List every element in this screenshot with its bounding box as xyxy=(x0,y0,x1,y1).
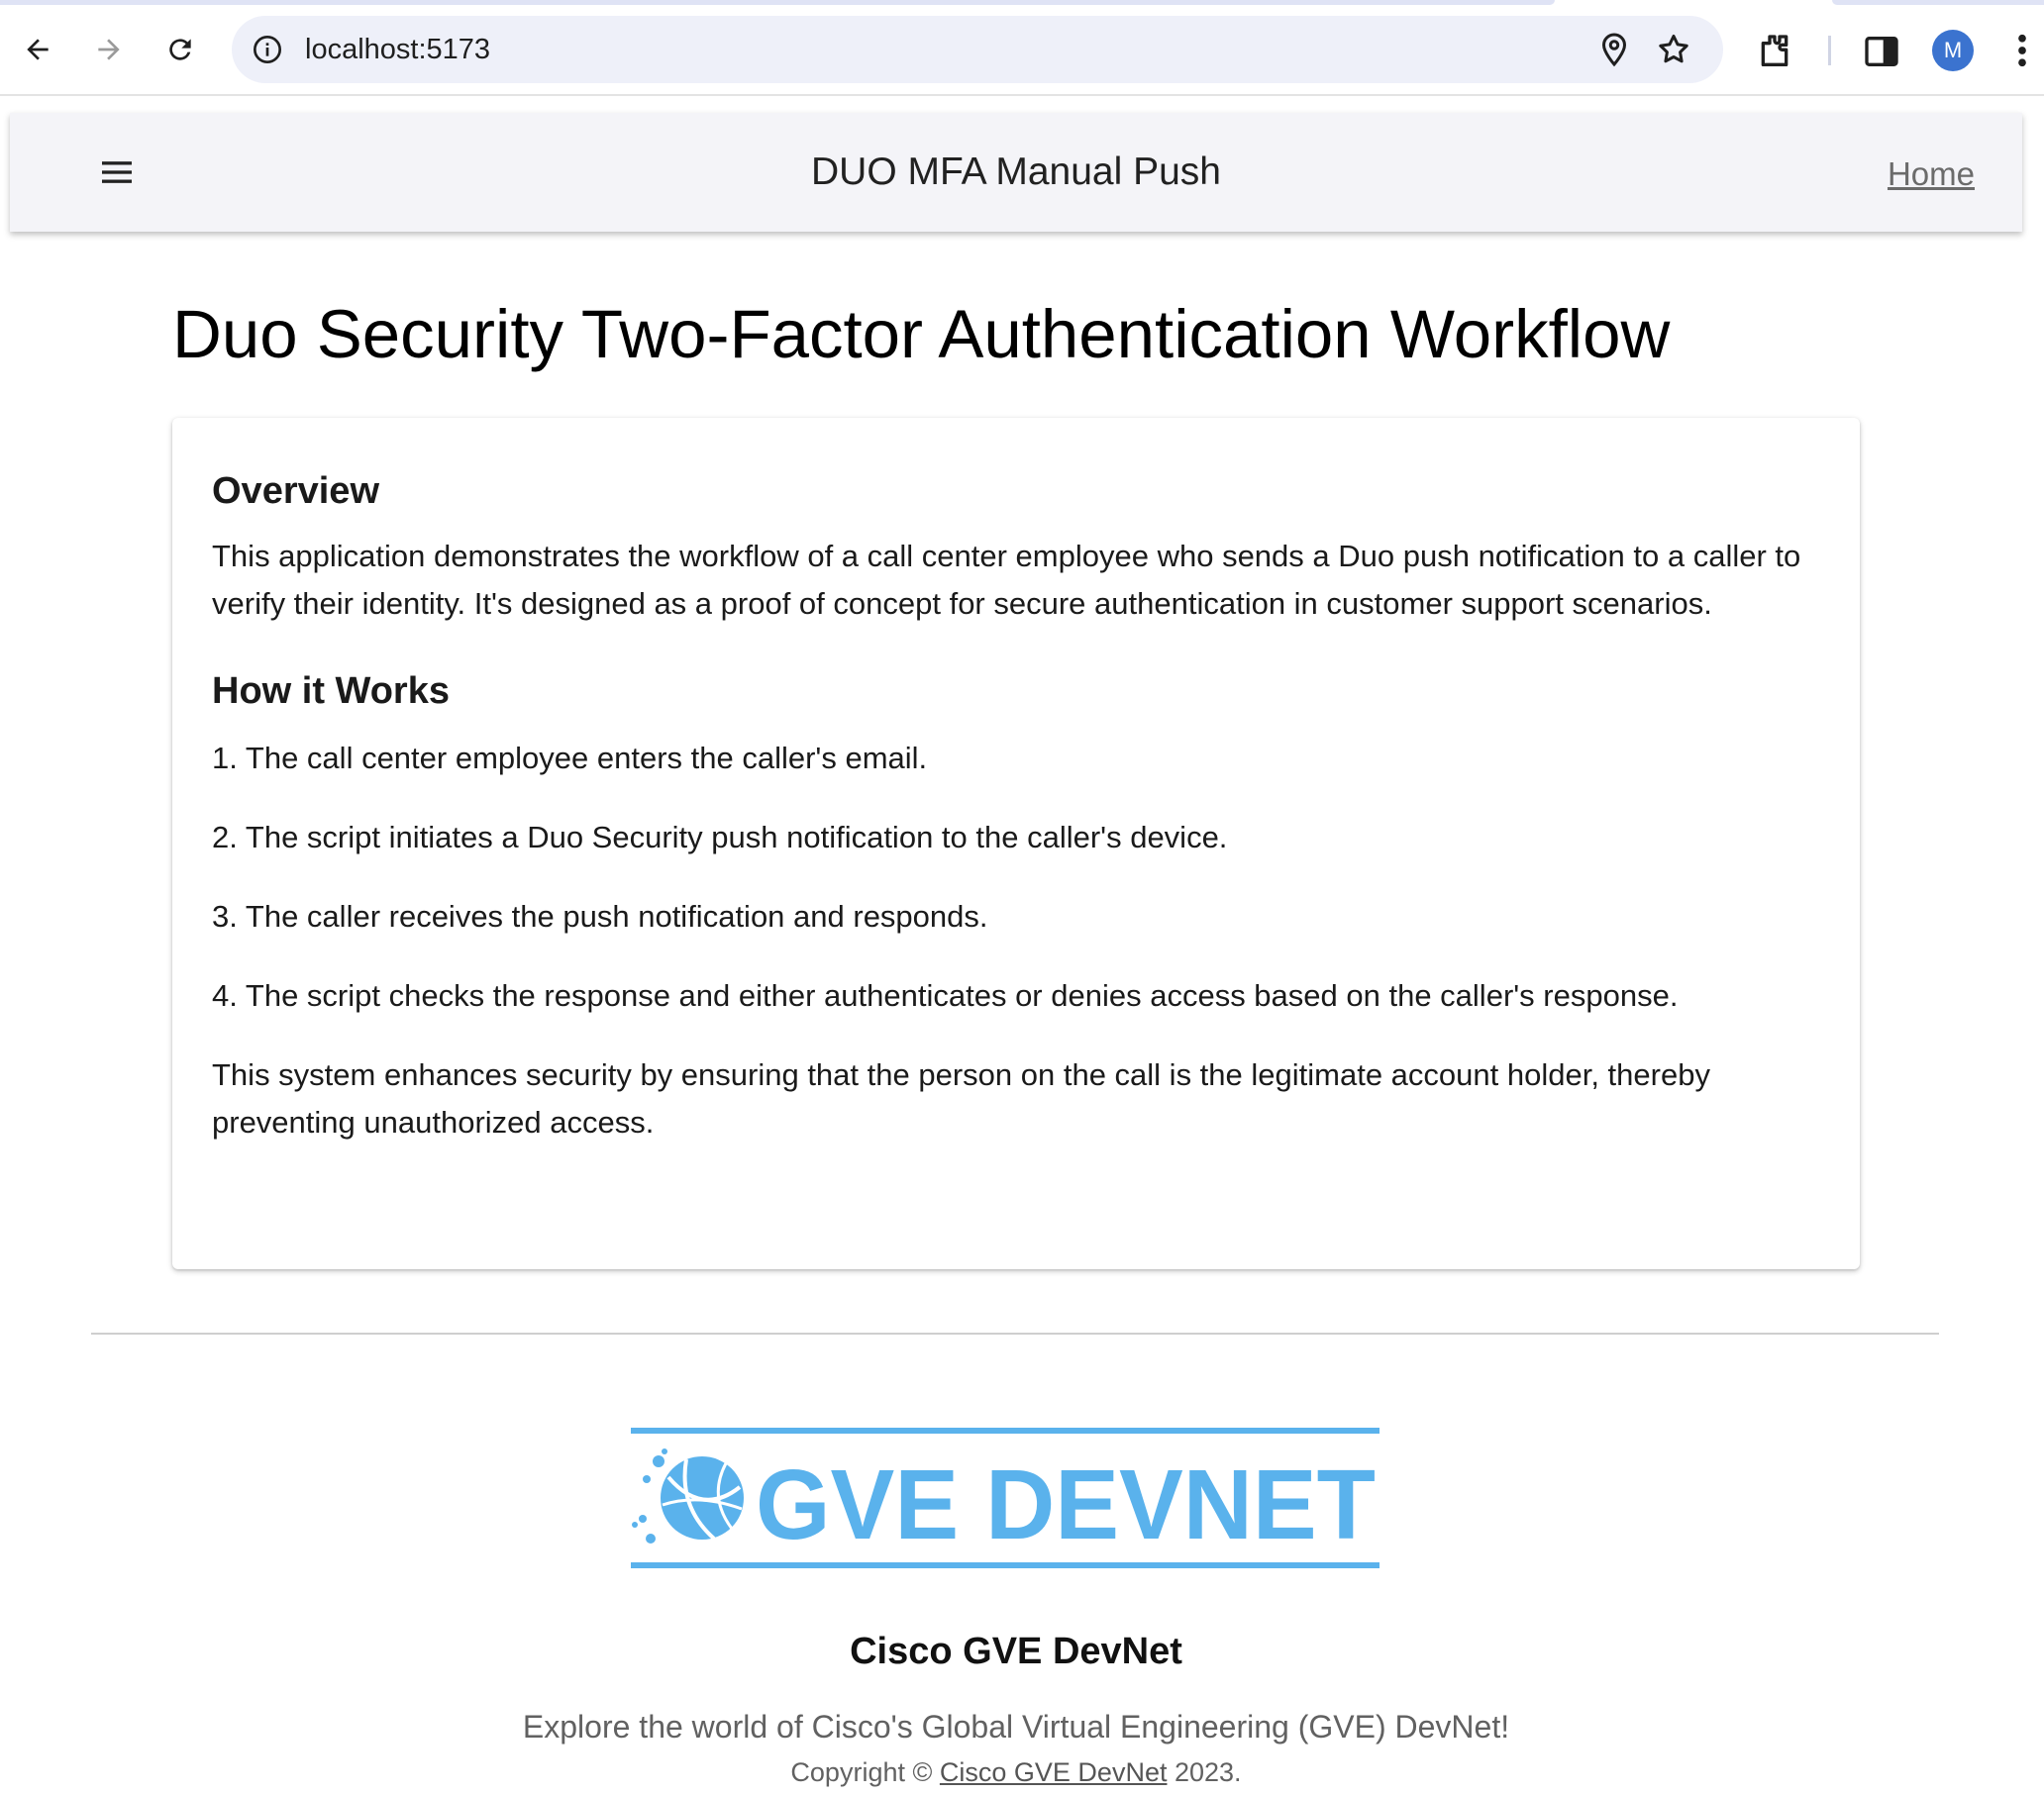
address-bar[interactable]: localhost:5173 xyxy=(232,16,1723,83)
workflow-step: 4. The script checks the response and ei… xyxy=(212,978,1679,1013)
workflow-step: 2. The script initiates a Duo Security p… xyxy=(212,820,1228,854)
copyright-year: 2023. xyxy=(1174,1757,1242,1787)
gve-devnet-logo: GVE DEVNET xyxy=(631,1428,1380,1568)
extensions-icon[interactable] xyxy=(1755,32,1794,71)
page-title: Duo Security Two-Factor Authentication W… xyxy=(172,296,1671,372)
overview-heading: Overview xyxy=(212,470,379,512)
footer: GVE DEVNET Cisco GVE DevNet Explore the … xyxy=(10,1333,2022,1796)
url-text[interactable]: localhost:5173 xyxy=(305,32,490,67)
copyright-line: Copyright © Cisco GVE DevNet 2023. xyxy=(10,1754,2022,1790)
forward-icon xyxy=(98,39,120,60)
back-icon xyxy=(27,39,49,60)
bookmark-star-icon[interactable] xyxy=(1656,32,1691,67)
reload-button[interactable] xyxy=(154,24,206,75)
overview-paragraph: This application demonstrates the workfl… xyxy=(212,539,1801,621)
copyright-prefix: Copyright © xyxy=(790,1757,933,1787)
active-tab-strip xyxy=(0,0,1555,5)
footer-title: Cisco GVE DevNet xyxy=(850,1631,1182,1672)
reload-icon xyxy=(169,39,191,60)
copyright-link[interactable]: Cisco GVE DevNet xyxy=(940,1757,1168,1787)
profile-avatar[interactable]: M xyxy=(1932,30,1974,71)
forward-button[interactable] xyxy=(83,24,135,75)
workflow-step: 3. The caller receives the push notifica… xyxy=(212,899,988,934)
logo-wordmark: GVE DEVNET xyxy=(756,1449,1376,1560)
app-title: DUO MFA Manual Push xyxy=(811,150,1221,193)
workflow-step: 1. The call center employee enters the c… xyxy=(212,741,928,775)
browser-toolbar: localhost:5173 M xyxy=(0,0,2044,96)
tab-strip xyxy=(1832,0,2044,5)
app-header: DUO MFA Manual Push Home xyxy=(10,113,2022,232)
back-button[interactable] xyxy=(12,24,63,75)
workflow-card: Overview This application demonstrates t… xyxy=(172,418,1860,1269)
closing-paragraph: This system enhances security by ensurin… xyxy=(212,1057,1710,1140)
site-info-icon[interactable] xyxy=(252,34,283,65)
how-it-works-heading: How it Works xyxy=(212,670,450,712)
more-menu-icon[interactable] xyxy=(2010,30,2034,71)
toolbar-separator xyxy=(1828,36,1831,65)
home-link[interactable]: Home xyxy=(1888,154,1975,194)
footer-tagline: Explore the world of Cisco's Global Virt… xyxy=(522,1709,1510,1745)
footer-divider xyxy=(91,1333,1939,1335)
location-icon[interactable] xyxy=(1596,32,1632,67)
side-panel-icon[interactable] xyxy=(1862,32,1901,71)
